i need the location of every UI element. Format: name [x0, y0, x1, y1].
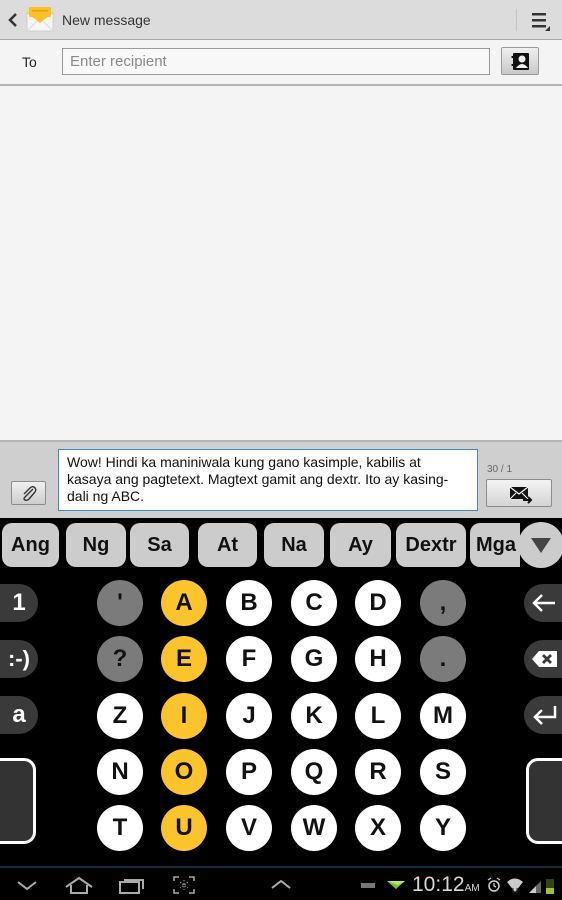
key-h[interactable]: H [355, 636, 401, 682]
left-arrow-icon [532, 594, 555, 612]
screenshot-icon[interactable] [172, 874, 196, 896]
suggestion-mga[interactable]: Mga [470, 523, 520, 567]
key-b[interactable]: B [226, 580, 272, 626]
key-apostrophe[interactable]: ' [97, 580, 143, 626]
case-toggle-key-label: a [12, 701, 26, 728]
recent-apps-icon[interactable] [118, 874, 146, 896]
contacts-button[interactable] [501, 47, 539, 75]
alarm-icon [487, 877, 501, 892]
key-t[interactable]: T [97, 805, 143, 851]
key-u[interactable]: U [161, 805, 207, 851]
cursor-left-key[interactable] [524, 584, 562, 622]
back-chevron-icon[interactable] [6, 10, 20, 30]
clock-time: 10:12 [412, 873, 465, 896]
send-button[interactable] [486, 479, 552, 507]
case-toggle-key[interactable]: a [0, 696, 38, 734]
notification-icon [387, 881, 405, 889]
messaging-envelope-icon[interactable] [26, 5, 54, 33]
key-i[interactable]: I [161, 693, 207, 739]
character-counter: 30 / 1 [487, 464, 513, 475]
key-d[interactable]: D [355, 580, 401, 626]
to-label: To [22, 54, 37, 70]
triangle-down-icon [531, 538, 551, 553]
send-message-icon [509, 486, 533, 504]
key-j[interactable]: J [226, 693, 272, 739]
recipient-row: To [0, 40, 562, 86]
numbers-key[interactable]: 1 [0, 584, 38, 622]
home-icon[interactable] [63, 874, 95, 896]
keyboard-icon [361, 883, 375, 888]
suggestion-ng[interactable]: Ng [66, 523, 126, 567]
clock: 10:12AM [412, 873, 480, 897]
overflow-menu-icon[interactable] [530, 10, 552, 32]
backspace-icon [532, 651, 557, 667]
right-space-key[interactable] [526, 758, 562, 844]
wifi-icon [507, 878, 523, 893]
numbers-key-label: 1 [12, 589, 26, 616]
key-n[interactable]: N [97, 749, 143, 795]
enter-key[interactable] [524, 696, 562, 734]
battery-icon [546, 879, 554, 894]
key-l[interactable]: L [355, 693, 401, 739]
key-period[interactable]: . [420, 636, 466, 682]
key-e[interactable]: E [161, 636, 207, 682]
key-comma[interactable]: , [420, 580, 466, 626]
key-v[interactable]: V [226, 805, 272, 851]
suggestion-ay[interactable]: Ay [330, 523, 391, 567]
key-c[interactable]: C [291, 580, 337, 626]
key-q[interactable]: Q [291, 749, 337, 795]
suggestion-dextr[interactable]: Dextr [396, 523, 466, 567]
recipient-input[interactable] [62, 48, 490, 75]
suggestion-at[interactable]: At [198, 523, 257, 567]
suggestion-sa[interactable]: Sa [130, 523, 189, 567]
key-x[interactable]: X [355, 805, 401, 851]
clock-ampm: AM [464, 883, 480, 894]
action-bar: New message [0, 0, 562, 40]
signal-icon [529, 881, 541, 893]
suggestion-ang[interactable]: Ang [2, 523, 59, 567]
conversation-area [0, 86, 562, 440]
message-input[interactable]: Wow! Hindi ka maniniwala kung gano kasim… [58, 449, 478, 511]
key-o[interactable]: O [161, 749, 207, 795]
emoticon-key-label: :-) [8, 646, 30, 671]
left-space-key[interactable] [0, 758, 36, 844]
emoticon-key[interactable]: :-) [0, 640, 38, 678]
divider [516, 9, 517, 31]
key-m[interactable]: M [420, 693, 466, 739]
key-k[interactable]: K [291, 693, 337, 739]
attach-button[interactable] [11, 481, 46, 505]
backspace-key[interactable] [524, 640, 562, 678]
key-z[interactable]: Z [97, 693, 143, 739]
compose-bar: Wow! Hindi ka maniniwala kung gano kasim… [0, 440, 562, 518]
key-p[interactable]: P [226, 749, 272, 795]
system-bar: 10:12AM [0, 866, 562, 900]
key-y[interactable]: Y [420, 805, 466, 851]
up-chevron-icon[interactable] [268, 874, 294, 896]
enter-icon [533, 706, 557, 725]
key-a[interactable]: A [161, 580, 207, 626]
key-w[interactable]: W [291, 805, 337, 851]
nav-back-icon[interactable] [14, 874, 40, 896]
key-g[interactable]: G [291, 636, 337, 682]
key-question-mark[interactable]: ? [97, 636, 143, 682]
key-f[interactable]: F [226, 636, 272, 682]
key-r[interactable]: R [355, 749, 401, 795]
suggestion-na[interactable]: Na [264, 523, 324, 567]
screen-title: New message [62, 12, 151, 28]
dextr-keyboard: Ang Ng Sa At Na Ay Dextr Mga ' A B C D,? E F G H. Z I J K L M… [0, 518, 562, 866]
key-s[interactable]: S [420, 749, 466, 795]
more-suggestions-button[interactable] [518, 522, 562, 568]
contacts-picker-icon [511, 53, 529, 70]
paperclip-icon [23, 485, 37, 502]
